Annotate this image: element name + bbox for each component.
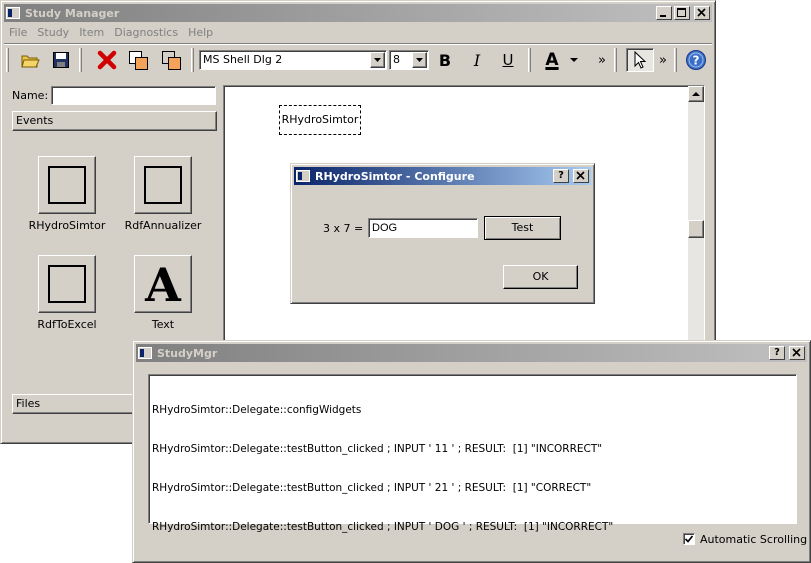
font-size-value: 8 (393, 53, 400, 66)
configure-dialog: RHydroSimtor - Configure ? 3 x 7 = Test … (290, 163, 595, 304)
minimize-icon (660, 15, 666, 17)
underline-button[interactable]: U (496, 48, 520, 72)
open-button[interactable] (18, 48, 42, 72)
close-icon (792, 348, 801, 357)
arrow-cursor-icon (634, 50, 647, 69)
close-button[interactable] (694, 6, 710, 20)
dialog-close-button[interactable] (573, 169, 589, 183)
tile-label: RdfAnnualizer (124, 219, 202, 232)
floppy-disk-icon (53, 52, 69, 68)
duplicate-icon (162, 51, 181, 70)
ok-button[interactable]: OK (503, 265, 578, 289)
events-header[interactable]: Events (12, 111, 217, 131)
tile-text[interactable]: A (134, 255, 192, 313)
toolbar-grip[interactable] (79, 48, 82, 72)
test-button[interactable]: Test (484, 216, 561, 240)
configure-title: RHydroSimtor - Configure (315, 169, 475, 183)
copy-icon (129, 51, 148, 70)
italic-button[interactable]: I (465, 48, 489, 72)
toolbar: MS Shell Dlg 2 8 B I U A » » ? (4, 43, 712, 75)
font-color-button[interactable]: A (540, 48, 564, 72)
tile-rhydrosimtor[interactable] (38, 156, 96, 214)
canvas-scrollbar[interactable] (688, 86, 704, 354)
menu-help[interactable]: Help (183, 26, 218, 39)
chevron-down-icon (374, 58, 381, 62)
font-family-combo[interactable]: MS Shell Dlg 2 (199, 50, 387, 70)
toolbar-grip[interactable] (674, 48, 677, 72)
close-icon (576, 171, 585, 180)
menu-bar: File Study Item Diagnostics Help (4, 23, 218, 42)
blank-square-icon (48, 265, 86, 303)
open-folder-icon (21, 55, 40, 68)
log-line: RHydroSimtor::Delegate::testButton_click… (152, 443, 603, 455)
menu-item[interactable]: Item (74, 26, 109, 39)
minimize-button[interactable] (656, 6, 672, 20)
help-glyph: ? (693, 54, 700, 68)
studymgr-log-window: StudyMgr ? RHydroSimtor::Delegate::confi… (132, 340, 811, 563)
tile-rdftoexcel[interactable] (38, 255, 96, 313)
arrow-up-icon (692, 92, 700, 96)
app-window-icon (296, 170, 310, 182)
context-help-button[interactable]: ? (769, 346, 785, 360)
menu-file[interactable]: File (4, 26, 32, 39)
duplicate-button[interactable] (159, 48, 183, 72)
log-line: RHydroSimtor::Delegate::testButton_click… (152, 482, 592, 494)
font-size-combo[interactable]: 8 (389, 50, 429, 70)
main-window-title: Study Manager (25, 6, 120, 20)
text-A-icon: A (145, 258, 181, 312)
auto-scroll-checkbox[interactable] (683, 533, 695, 545)
toolbar-grip[interactable] (191, 48, 194, 72)
scroll-up-button[interactable] (688, 86, 704, 102)
log-line: RHydroSimtor::Delegate::testButton_click… (152, 521, 614, 533)
maximize-icon (677, 8, 686, 17)
chevron-down-icon (570, 58, 578, 62)
blank-square-icon (48, 166, 86, 204)
context-help-button[interactable]: ? (553, 169, 569, 183)
configure-titlebar[interactable]: RHydroSimtor - Configure ? (294, 167, 591, 185)
pointer-tool-button[interactable] (626, 48, 654, 72)
canvas-node-rhydrosimtor[interactable]: RHydroSimtor (279, 105, 361, 135)
copy-button[interactable] (126, 48, 150, 72)
app-window-icon (138, 347, 152, 359)
help-button[interactable]: ? (684, 48, 708, 72)
chevron-down-icon (416, 58, 423, 62)
bold-button[interactable]: B (433, 48, 457, 72)
app-window-icon (6, 7, 20, 19)
delete-button[interactable] (95, 48, 119, 72)
font-family-value: MS Shell Dlg 2 (203, 53, 283, 66)
maximize-button[interactable] (674, 6, 690, 20)
blank-square-icon (144, 166, 182, 204)
scroll-thumb[interactable] (688, 220, 704, 238)
tile-label: RHydroSimtor (28, 219, 106, 232)
main-titlebar[interactable]: Study Manager (4, 4, 712, 22)
log-titlebar[interactable]: StudyMgr ? (136, 344, 807, 362)
save-button[interactable] (49, 48, 73, 72)
font-family-dropdown-button[interactable] (370, 52, 385, 68)
log-line: RHydroSimtor::Delegate::configWidgets (152, 404, 362, 416)
tile-rdfannualizer[interactable] (134, 156, 192, 214)
help-icon: ? (686, 50, 706, 70)
auto-scroll-label[interactable]: Automatic Scrolling (700, 533, 807, 546)
log-close-button[interactable] (789, 346, 805, 360)
toolbar-overflow-2[interactable]: » (656, 48, 670, 72)
tile-label: Text (151, 318, 175, 331)
answer-input[interactable] (368, 218, 478, 238)
toolbar-grip[interactable] (528, 48, 531, 72)
checkmark-icon (684, 535, 694, 543)
log-output[interactable]: RHydroSimtor::Delegate::configWidgets RH… (148, 374, 797, 533)
log-window-title: StudyMgr (157, 346, 218, 360)
tile-label: RdfToExcel (37, 318, 97, 331)
name-input[interactable] (51, 86, 216, 105)
toolbar-grip[interactable] (614, 48, 617, 72)
question-label: 3 x 7 = (323, 222, 364, 235)
font-color-dropdown[interactable] (566, 48, 582, 72)
menu-study[interactable]: Study (32, 26, 74, 39)
font-size-dropdown-button[interactable] (412, 52, 427, 68)
delete-x-icon (97, 50, 117, 70)
toolbar-overflow-1[interactable]: » (594, 48, 610, 72)
menu-diagnostics[interactable]: Diagnostics (109, 26, 183, 39)
toolbar-grip[interactable] (6, 48, 9, 72)
close-icon (697, 8, 706, 17)
name-label: Name: (12, 89, 49, 102)
